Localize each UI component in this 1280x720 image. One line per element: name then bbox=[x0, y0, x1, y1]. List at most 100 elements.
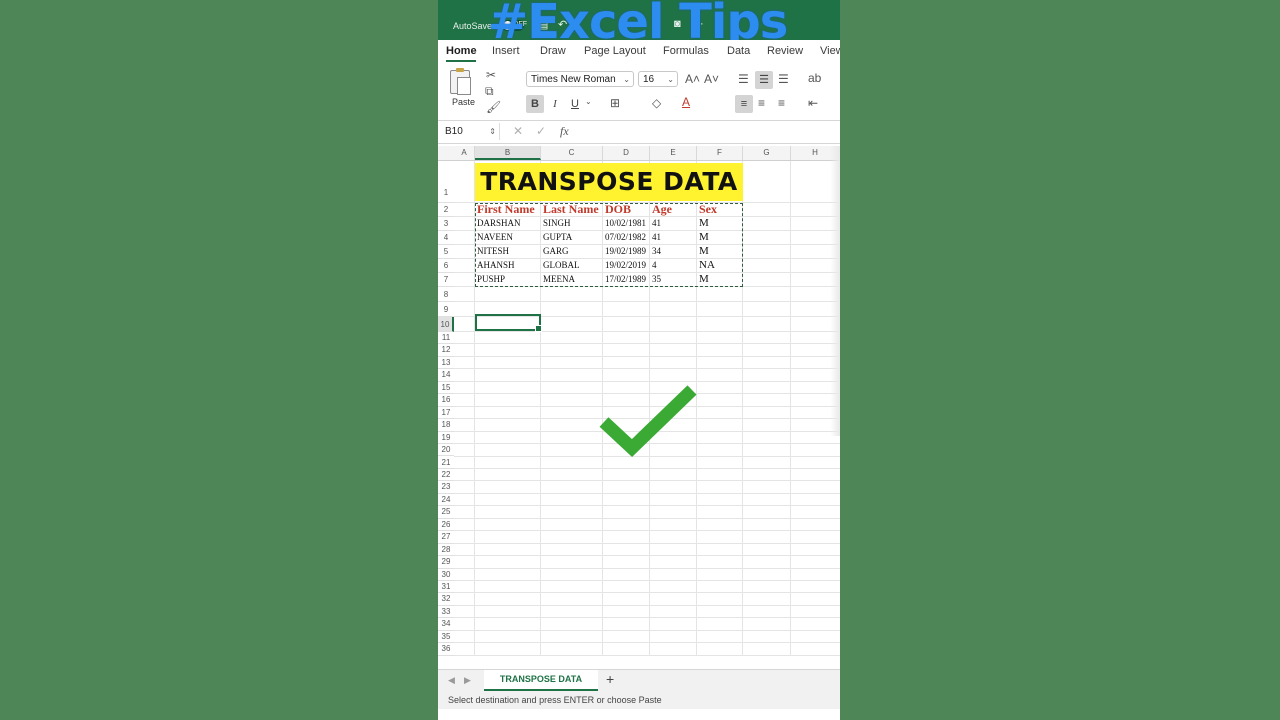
row-header-17[interactable]: 17 bbox=[438, 407, 454, 420]
column-header-d[interactable]: D bbox=[603, 146, 650, 160]
row-header-16[interactable]: 16 bbox=[438, 394, 454, 407]
paste-icon[interactable] bbox=[450, 68, 471, 95]
sheet-tab-transpose-data[interactable]: TRANSPOSE DATA bbox=[484, 670, 598, 691]
row-header-21[interactable]: 21 bbox=[438, 457, 454, 469]
add-sheet-button[interactable]: + bbox=[606, 671, 614, 687]
insert-function-icon[interactable]: fx bbox=[560, 124, 569, 139]
row-header-28[interactable]: 28 bbox=[438, 544, 454, 557]
row-header-26[interactable]: 26 bbox=[438, 519, 454, 532]
name-box[interactable]: B10 ⇕ bbox=[440, 123, 500, 140]
underline-button[interactable]: U bbox=[566, 95, 584, 113]
row-header-10[interactable]: 10 bbox=[438, 317, 454, 332]
row-header-33[interactable]: 33 bbox=[438, 606, 454, 619]
title-cell[interactable]: TRANSPOSE DATA bbox=[475, 163, 743, 201]
sheet-tab-bar: ◀ ▶ TRANSPOSE DATA + bbox=[438, 669, 840, 692]
prev-sheet-icon[interactable]: ◀ bbox=[448, 675, 455, 686]
vertical-scrollbar[interactable] bbox=[830, 146, 840, 436]
cut-icon[interactable]: ✂ bbox=[486, 68, 496, 82]
row-header-13[interactable]: 13 bbox=[438, 357, 454, 370]
align-middle-icon[interactable]: ☰ bbox=[755, 71, 773, 89]
enter-icon[interactable]: ✓ bbox=[536, 124, 546, 138]
italic-button[interactable]: I bbox=[546, 95, 564, 113]
row-header-19[interactable]: 19 bbox=[438, 432, 454, 445]
row-header-34[interactable]: 34 bbox=[438, 618, 454, 631]
grid-hline bbox=[454, 331, 840, 332]
copy-icon[interactable]: ⧉ bbox=[485, 84, 494, 99]
borders-icon[interactable]: ⊞ bbox=[610, 96, 620, 110]
autosave-label: AutoSave bbox=[453, 21, 493, 31]
row-header-36[interactable]: 36 bbox=[438, 643, 454, 656]
font-size-select[interactable]: 16 ⌄ bbox=[638, 71, 678, 87]
cancel-icon[interactable]: ✕ bbox=[513, 124, 523, 138]
grid-hline bbox=[454, 301, 840, 302]
status-bar: Select destination and press ENTER or ch… bbox=[438, 691, 840, 709]
align-right-icon[interactable]: ≡ bbox=[778, 96, 785, 110]
tab-review[interactable]: Review bbox=[767, 45, 803, 57]
row-header-14[interactable]: 14 bbox=[438, 369, 454, 382]
column-header-e[interactable]: E bbox=[650, 146, 697, 160]
align-center-icon[interactable]: ≡ bbox=[758, 96, 765, 110]
tab-view[interactable]: View bbox=[820, 45, 840, 57]
paste-button-label[interactable]: Paste bbox=[452, 97, 475, 107]
tab-insert[interactable]: Insert bbox=[492, 45, 520, 57]
row-header-6[interactable]: 6 bbox=[438, 259, 454, 273]
row-header-2[interactable]: 2 bbox=[438, 203, 454, 217]
row-header-22[interactable]: 22 bbox=[438, 469, 454, 482]
row-header-24[interactable]: 24 bbox=[438, 494, 454, 507]
row-header-1[interactable]: 1 bbox=[438, 161, 454, 203]
font-color-icon[interactable]: A bbox=[682, 95, 690, 109]
column-header-g[interactable]: G bbox=[743, 146, 791, 160]
column-header-b[interactable]: B bbox=[475, 146, 541, 160]
ribbon-tabs: Home Insert Draw Page Layout Formulas Da… bbox=[438, 40, 840, 62]
grid-hline bbox=[454, 492, 840, 494]
grid-hline bbox=[454, 629, 840, 631]
row-header-27[interactable]: 27 bbox=[438, 531, 454, 544]
row-header-20[interactable]: 20 bbox=[438, 444, 454, 457]
chevron-down-icon[interactable]: ⌄ bbox=[585, 97, 592, 106]
fill-handle[interactable] bbox=[535, 325, 542, 332]
row-header-23[interactable]: 23 bbox=[438, 481, 454, 494]
row-header-7[interactable]: 7 bbox=[438, 273, 454, 287]
row-header-9[interactable]: 9 bbox=[438, 302, 454, 317]
row-header-29[interactable]: 29 bbox=[438, 556, 454, 569]
row-header-5[interactable]: 5 bbox=[438, 245, 454, 259]
tab-draw[interactable]: Draw bbox=[540, 45, 566, 57]
column-header-f[interactable]: F bbox=[697, 146, 743, 160]
row-header-32[interactable]: 32 bbox=[438, 593, 454, 606]
active-cell-b10[interactable] bbox=[475, 314, 542, 332]
align-top-icon[interactable]: ☰ bbox=[738, 72, 749, 86]
font-size-value: 16 bbox=[643, 74, 655, 85]
next-sheet-icon[interactable]: ▶ bbox=[464, 675, 471, 686]
row-header-18[interactable]: 18 bbox=[438, 419, 454, 432]
spreadsheet-grid[interactable]: ABCDEFGH 1 2 3 4 5 6 7 8 9 10 11 12 13 14 15 16 17 18 19 20… bbox=[438, 146, 840, 669]
row-header-8[interactable]: 8 bbox=[438, 287, 454, 302]
indent-icon[interactable]: ⇤ bbox=[808, 96, 818, 110]
increase-font-icon[interactable]: A˄ bbox=[685, 72, 700, 86]
align-left-icon[interactable]: ≡ bbox=[735, 95, 753, 113]
column-header-a[interactable]: A bbox=[454, 146, 475, 160]
row-header-11[interactable]: 11 bbox=[438, 332, 454, 345]
align-bottom-icon[interactable]: ☰ bbox=[778, 72, 789, 86]
row-header-31[interactable]: 31 bbox=[438, 581, 454, 594]
decrease-font-icon[interactable]: A˅ bbox=[704, 72, 719, 86]
tab-data[interactable]: Data bbox=[727, 45, 750, 57]
row-header-30[interactable]: 30 bbox=[438, 569, 454, 581]
tab-home[interactable]: Home bbox=[446, 45, 477, 57]
excel-app-window: AutoSave OFF ▤ ↶ ⌕ ◙ · #Excel Tips Home … bbox=[438, 0, 840, 720]
row-header-15[interactable]: 15 bbox=[438, 382, 454, 395]
column-header-c[interactable]: C bbox=[541, 146, 603, 160]
tab-page-layout[interactable]: Page Layout bbox=[584, 45, 646, 57]
font-name-select[interactable]: Times New Roman ⌄ bbox=[526, 71, 634, 87]
row-header-3[interactable]: 3 bbox=[438, 217, 454, 231]
row-header-35[interactable]: 35 bbox=[438, 631, 454, 644]
orientation-icon[interactable]: ab bbox=[808, 71, 821, 85]
grid-hline bbox=[454, 368, 840, 370]
bottom-edge bbox=[438, 709, 840, 720]
bold-button[interactable]: B bbox=[526, 95, 544, 113]
format-painter-icon[interactable]: 🖌 bbox=[486, 100, 501, 114]
row-header-12[interactable]: 12 bbox=[438, 344, 454, 357]
row-header-25[interactable]: 25 bbox=[438, 506, 454, 519]
row-header-4[interactable]: 4 bbox=[438, 231, 454, 245]
tab-formulas[interactable]: Formulas bbox=[663, 45, 709, 57]
fill-color-icon[interactable]: ◇ bbox=[652, 96, 661, 110]
